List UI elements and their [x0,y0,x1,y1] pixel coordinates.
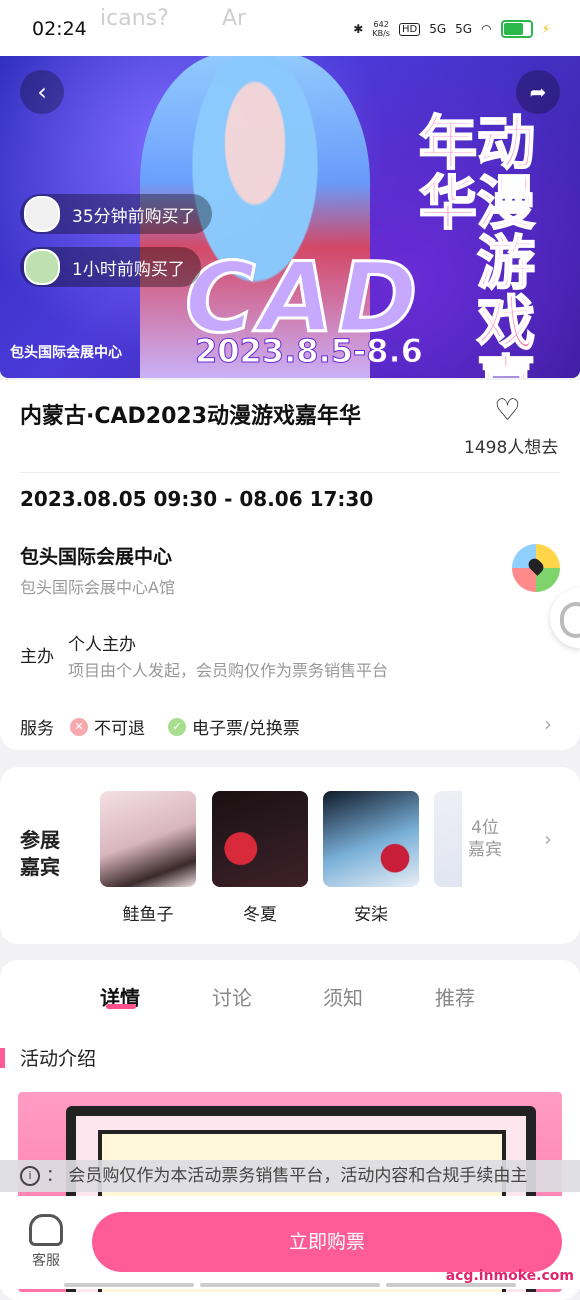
status-ghost-text-2: Ar [222,6,247,31]
chevron-left-icon: ‹ [37,78,47,106]
tab-notice[interactable]: 须知 [323,982,363,1011]
organizer-desc: 项目由个人发起，会员购仅作为票务销售平台 [68,661,389,680]
guest-item[interactable]: 冬夏 [212,791,308,925]
section-accent-bar [0,1048,5,1068]
wish-heart-icon[interactable]: ♡ [494,396,528,426]
customer-service-label: 客服 [32,1253,60,1269]
divider [20,472,560,473]
venue-name[interactable]: 包头国际会展中心 [20,542,172,569]
banner-venue-tag: 包头国际会展中心 [10,345,122,361]
map-pin-icon[interactable] [512,544,560,592]
back-button[interactable]: ‹ [20,70,64,114]
bluetooth-icon: ✱ [353,22,364,36]
venue-detail: 包头国际会展中心A馆 [20,578,175,597]
guest-photo [100,791,196,887]
signal-icon: 5G [429,22,447,36]
guests-card: 参展嘉宾 鲑鱼子 冬夏 安柒 4位嘉宾 › [0,767,580,944]
notice-text: 会员购仅作为本活动票务销售平台，活动内容和合规手续由主 [68,1166,528,1186]
wifi-icon: ◠ [481,22,492,36]
net-speed: 642 KB/s [372,20,390,38]
chevron-right-icon[interactable]: › [544,827,552,851]
cross-icon: ✕ [70,717,88,736]
home-indicator-2 [200,1283,380,1287]
guest-photo [323,791,419,887]
banner-dates: 2023.8.5-8.6 [195,332,424,371]
guest-photo [434,791,462,887]
guest-item-partial[interactable] [434,791,462,887]
recent-purchase-text: 1小时前购买了 [72,259,185,280]
status-bar: 02:24 icans? Ar ✱ 642 KB/s HD 5G 5G ◠ ⚡ [0,0,580,56]
guest-name: 鲑鱼子 [122,905,174,925]
swirl-icon [560,602,580,638]
guests-label: 参展嘉宾 [20,828,60,879]
guest-photo [212,791,308,887]
service-text: 电子票/兑换票 [192,719,300,739]
buy-ticket-button[interactable]: 立即购票 [92,1212,562,1272]
avatar [24,249,60,285]
guest-item[interactable]: 安柒 [323,791,419,925]
service-label: 服务 [20,719,54,739]
home-indicator [64,1283,194,1287]
hd-icon: HD [398,22,421,36]
guest-name: 冬夏 [243,905,277,925]
signal-icon-2: 5G [455,22,473,36]
tab-discussion[interactable]: 讨论 [212,982,252,1011]
headset-icon [29,1214,63,1246]
status-icons: ✱ 642 KB/s HD 5G 5G ◠ ⚡ [353,20,550,38]
notice-bar: i： 会员购仅作为本活动票务销售平台，活动内容和合规手续由主 [0,1160,580,1192]
service-text: 不可退 [94,719,145,739]
guest-name: 安柒 [354,905,388,925]
status-ghost-text: icans? [100,6,169,31]
battery-icon [500,20,533,38]
recent-purchase-pill: 35分钟前购买了 [20,194,212,234]
event-title: 内蒙古·CAD2023动漫游戏嘉年华 [20,404,362,429]
organizer-name: 个人主办 [68,635,136,655]
service-no-refund[interactable]: ✕ 不可退 [70,714,145,739]
service-eticket[interactable]: ✓ 电子票/兑换票 [168,714,300,739]
event-datetime: 2023.08.05 09:30 - 08.06 17:30 [20,487,374,511]
share-icon: ➦ [529,80,547,104]
watermark: acg.inmoke.com [445,1268,574,1284]
recent-purchase-text: 35分钟前购买了 [72,206,196,227]
avatar [24,196,60,232]
section-title: 活动介绍 [20,1048,97,1070]
guest-item[interactable]: 鲑鱼子 [100,791,196,925]
tab-indicator [106,1004,136,1009]
customer-service-button[interactable]: 客服 [28,1214,64,1270]
charging-icon: ⚡ [541,22,550,36]
wish-count: 1498人想去 [464,438,559,458]
event-info-card: 内蒙古·CAD2023动漫游戏嘉年华 ♡ 1498人想去 2023.08.05 … [0,380,580,750]
info-icon: i [20,1166,40,1186]
organizer-label: 主办 [20,647,54,667]
status-time: 02:24 [32,18,87,40]
tab-recommend[interactable]: 推荐 [435,982,475,1011]
chevron-right-icon[interactable]: › [544,712,552,736]
event-banner: 动漫游戏嘉年华 CAD 2023.8.5-8.6 包头国际会展中心 ‹ ➦ 35… [0,52,580,378]
more-guests[interactable]: 4位嘉宾 [464,817,506,861]
share-button[interactable]: ➦ [516,70,560,114]
check-icon: ✓ [168,717,186,736]
recent-purchase-pill-2: 1小时前购买了 [20,247,201,287]
